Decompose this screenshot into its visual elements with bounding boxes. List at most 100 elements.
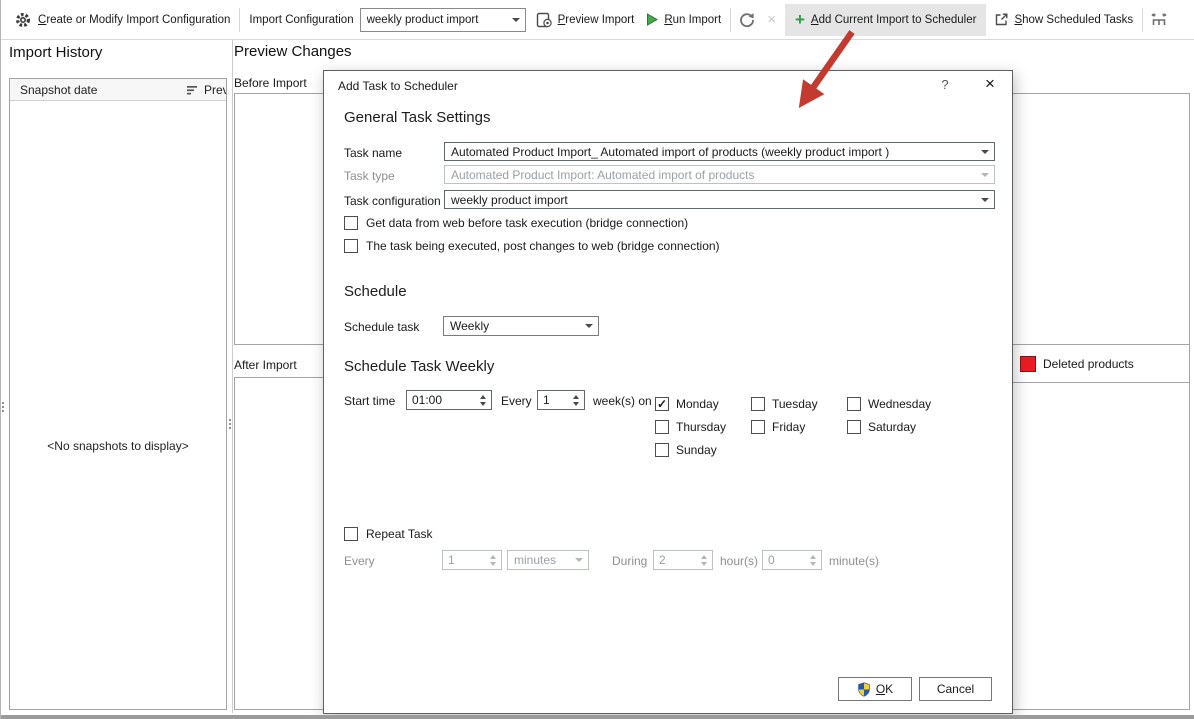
repeat-unit-combo xyxy=(507,550,589,570)
dialog-title: Add Task to Scheduler xyxy=(338,79,458,93)
column-header-snapshot-date[interactable]: Snapshot date xyxy=(20,83,97,97)
during-label: During xyxy=(612,554,647,568)
repeat-every-spinner xyxy=(442,550,502,570)
task-configuration-input[interactable] xyxy=(445,191,976,208)
chevron-down-icon[interactable] xyxy=(976,143,994,160)
close-icon[interactable]: × xyxy=(979,74,1001,94)
schedule-task-label: Schedule task xyxy=(344,320,419,334)
preview-changes-title: Preview Changes xyxy=(234,43,352,60)
weeks-on-label: week(s) on xyxy=(593,394,652,408)
repeat-every-label: Every xyxy=(344,554,375,568)
day-monday[interactable]: ✓ Monday xyxy=(655,397,719,411)
chevron-down-icon[interactable] xyxy=(580,317,598,335)
cancel-button[interactable]: Cancel xyxy=(919,677,992,701)
gear-icon xyxy=(15,12,31,28)
repeat-task-checkbox-row[interactable]: Repeat Task xyxy=(344,527,433,541)
during-hours-input xyxy=(654,551,696,569)
annotation-arrow xyxy=(786,24,876,114)
repeat-task-checkbox[interactable] xyxy=(344,527,358,541)
cancel-import-icon: × xyxy=(767,12,776,27)
during-minutes-input xyxy=(763,551,805,569)
spinner-arrows xyxy=(805,551,821,569)
wednesday-checkbox[interactable] xyxy=(847,397,861,411)
import-configuration-input[interactable] xyxy=(361,9,507,31)
snapshot-table: Snapshot date Preview <No snapshots to d… xyxy=(9,78,227,710)
help-icon[interactable]: ? xyxy=(936,77,954,92)
day-wednesday[interactable]: Wednesday xyxy=(847,397,931,411)
spinner-arrows[interactable] xyxy=(568,391,584,409)
every-weeks-input[interactable] xyxy=(538,391,568,409)
external-link-icon xyxy=(994,12,1009,27)
task-configuration-combo[interactable] xyxy=(444,190,995,209)
post-changes-to-web-checkbox-row[interactable]: The task being executed, post changes to… xyxy=(344,239,720,253)
repeat-every-input xyxy=(443,551,485,569)
window-bottom-edge xyxy=(1,715,1194,719)
task-type-label: Task type xyxy=(344,169,395,183)
minutes-label: minute(s) xyxy=(829,554,879,568)
repeat-unit-input xyxy=(508,551,570,569)
tuesday-checkbox[interactable] xyxy=(751,397,765,411)
left-splitter-handle[interactable] xyxy=(2,402,4,412)
task-name-input[interactable] xyxy=(445,143,976,160)
thursday-checkbox[interactable] xyxy=(655,420,669,434)
monday-checkbox[interactable]: ✓ xyxy=(655,397,669,411)
task-type-combo xyxy=(444,165,995,184)
during-minutes-spinner xyxy=(762,550,822,570)
toolbar-separator xyxy=(730,8,731,32)
spinner-arrows[interactable] xyxy=(475,391,491,409)
create-modify-config-button[interactable]: Create or Modify Import Configuration xyxy=(38,14,230,26)
panel-splitter-handle[interactable] xyxy=(229,419,231,429)
day-tuesday[interactable]: Tuesday xyxy=(751,397,818,411)
saturday-checkbox[interactable] xyxy=(847,420,861,434)
spinner-arrows xyxy=(696,551,712,569)
get-data-from-web-checkbox[interactable] xyxy=(344,216,358,230)
day-friday[interactable]: Friday xyxy=(751,420,805,434)
post-changes-to-web-label: The task being executed, post changes to… xyxy=(366,239,720,253)
every-label: Every xyxy=(501,394,532,408)
day-sunday[interactable]: Sunday xyxy=(655,443,717,457)
general-task-settings-heading: General Task Settings xyxy=(344,109,490,126)
start-time-spinner[interactable] xyxy=(406,390,492,410)
refresh-icon[interactable] xyxy=(738,11,756,29)
toolbar-separator xyxy=(239,8,240,32)
show-scheduled-tasks-button[interactable]: Show Scheduled Tasks xyxy=(1014,14,1133,26)
add-task-to-scheduler-dialog: Add Task to Scheduler ? × General Task S… xyxy=(323,70,1013,714)
fit-columns-icon[interactable] xyxy=(1150,11,1168,28)
chevron-down-icon xyxy=(976,166,994,183)
get-data-from-web-checkbox-row[interactable]: Get data from web before task execution … xyxy=(344,216,688,230)
no-snapshots-message: <No snapshots to display> xyxy=(10,439,226,453)
day-saturday[interactable]: Saturday xyxy=(847,420,916,434)
snapshot-table-header: Snapshot date Preview xyxy=(10,79,226,101)
main-toolbar: Create or Modify Import Configuration Im… xyxy=(1,0,1194,40)
run-import-button[interactable]: Run Import xyxy=(664,14,721,26)
sunday-checkbox[interactable] xyxy=(655,443,669,457)
preview-import-icon xyxy=(536,12,553,28)
task-type-input xyxy=(445,166,976,183)
chevron-down-icon[interactable] xyxy=(507,9,525,31)
hours-label: hour(s) xyxy=(720,554,758,568)
post-changes-to-web-checkbox[interactable] xyxy=(344,239,358,253)
chevron-down-icon xyxy=(570,551,588,569)
repeat-task-label: Repeat Task xyxy=(366,527,433,541)
deleted-products-label: Deleted products xyxy=(1043,357,1134,371)
column-header-preview[interactable]: Preview xyxy=(204,83,226,97)
preview-import-button[interactable]: Preview Import xyxy=(558,14,635,26)
spinner-arrows xyxy=(485,551,501,569)
task-name-combo[interactable] xyxy=(444,142,995,161)
day-thursday[interactable]: Thursday xyxy=(655,420,726,434)
schedule-task-combo[interactable] xyxy=(443,316,599,336)
chevron-down-icon[interactable] xyxy=(976,191,994,208)
legend-deleted-products: Deleted products xyxy=(1012,345,1190,383)
play-icon xyxy=(646,13,658,26)
task-configuration-label: Task configuration xyxy=(344,194,441,208)
panel-divider xyxy=(232,40,233,713)
checkmark-icon: ✓ xyxy=(657,398,667,410)
ok-button[interactable]: OK xyxy=(838,677,912,701)
schedule-task-input[interactable] xyxy=(444,317,580,335)
start-time-input[interactable] xyxy=(407,391,475,409)
friday-checkbox[interactable] xyxy=(751,420,765,434)
every-weeks-spinner[interactable] xyxy=(537,390,585,410)
import-configuration-combo[interactable] xyxy=(360,8,526,32)
deleted-products-swatch xyxy=(1020,356,1036,372)
filter-icon[interactable] xyxy=(186,85,198,96)
